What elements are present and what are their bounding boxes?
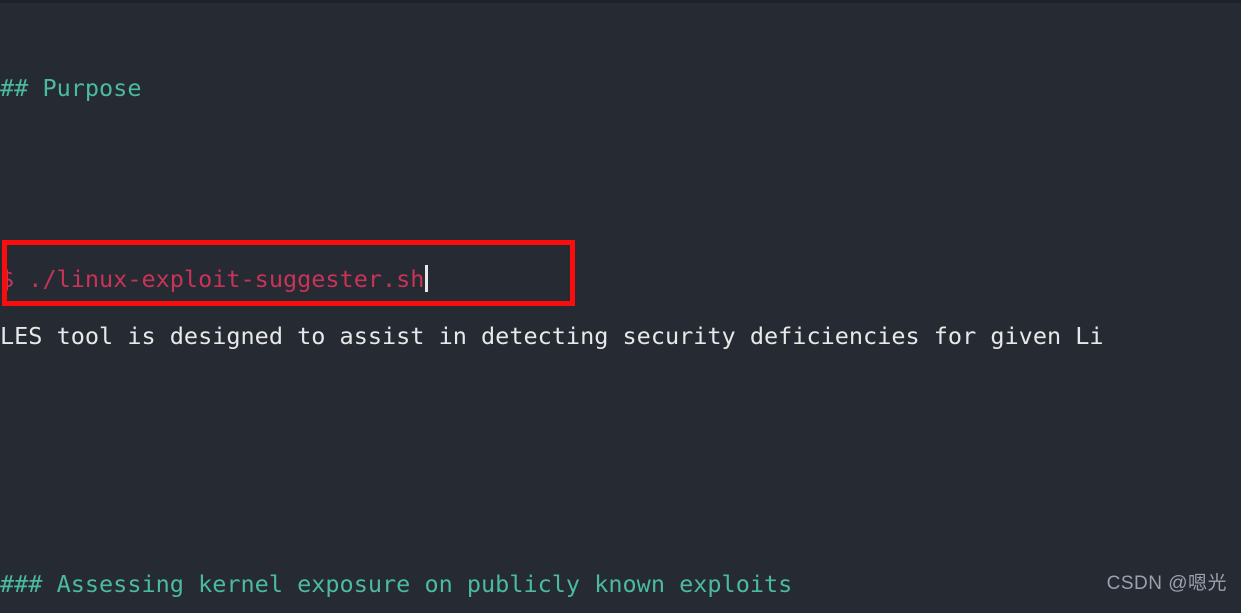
line-purpose-heading: ## Purpose <box>0 74 142 102</box>
terminal-buffer[interactable]: ## Purpose LES tool is designed to assis… <box>0 0 1241 613</box>
line-purpose-body: LES tool is designed to assist in detect… <box>0 322 1104 350</box>
line-assessing-heading: ### Assessing kernel exposure on publicl… <box>0 570 793 598</box>
terminal-window[interactable]: ## Purpose LES tool is designed to assis… <box>0 0 1241 613</box>
command-highlight-box <box>2 240 575 306</box>
line-blank <box>0 197 1241 228</box>
csdn-watermark: CSDN @嗯光 <box>1106 573 1227 594</box>
line-blank <box>0 445 1241 476</box>
